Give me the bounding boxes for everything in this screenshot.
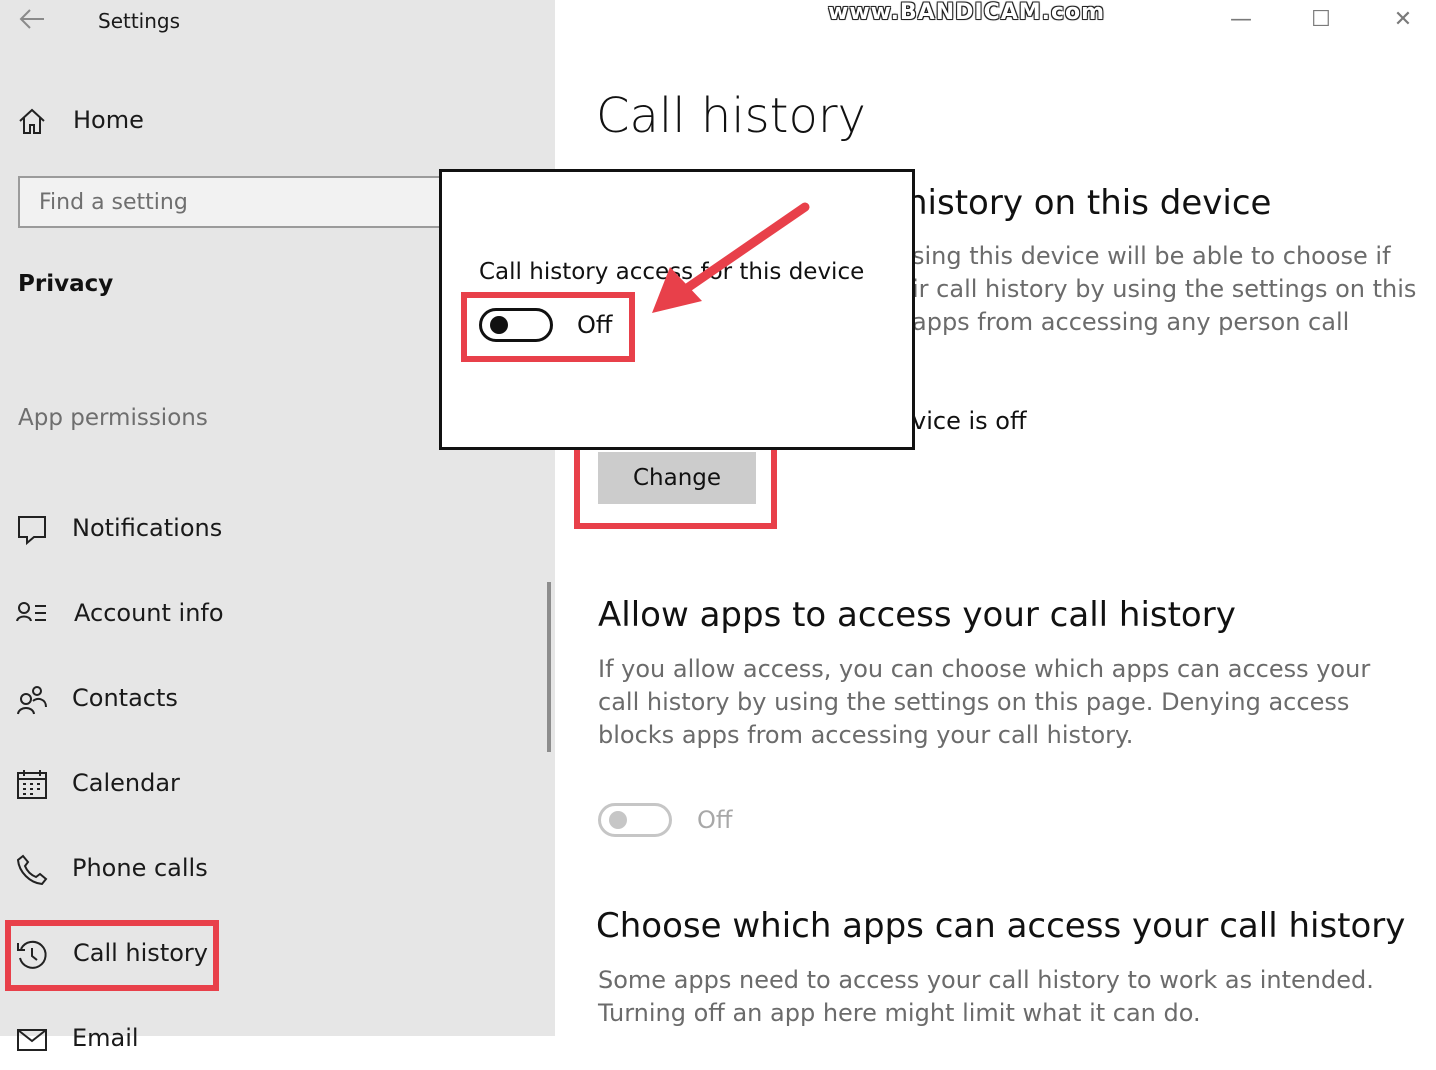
device-section-desc-line-3: apps from accessing any person call (912, 308, 1350, 336)
device-section-desc-line-2: ir call history by using the settings on… (912, 275, 1417, 303)
sidebar-item-contacts[interactable]: Contacts (0, 670, 520, 730)
annotation-arrow (652, 202, 810, 313)
device-section-desc-line-1: sing this device will be able to choose … (912, 242, 1391, 270)
section-heading: Privacy (18, 271, 114, 297)
choose-section-title: Choose which apps can access your call h… (596, 906, 1406, 946)
sidebar-item-account-info[interactable]: Account info (0, 585, 520, 645)
home-icon (16, 106, 50, 138)
allow-section-description: If you allow access, you can choose whic… (598, 655, 1371, 749)
nav-home-label: Home (73, 106, 144, 134)
sidebar-item-label: Phone calls (72, 854, 208, 882)
sidebar-item-phone-calls[interactable]: Phone calls (0, 840, 520, 900)
sidebar-item-label: Calendar (72, 769, 180, 797)
sidebar-item-label: Email (72, 1024, 139, 1052)
back-arrow-icon[interactable] (18, 6, 50, 34)
device-section-title: history on this device (906, 183, 1272, 223)
phone-icon (16, 854, 50, 886)
page-title: Call history (596, 88, 866, 144)
change-button[interactable]: Change (598, 452, 756, 504)
sidebar-item-notifications[interactable]: Notifications (0, 500, 520, 560)
notification-icon (16, 514, 50, 546)
search-input[interactable] (20, 178, 456, 226)
calendar-icon (16, 769, 50, 801)
sidebar-scrollbar[interactable] (547, 582, 551, 752)
allow-apps-toggle[interactable] (598, 803, 672, 837)
sidebar-item-call-history[interactable]: Call history (0, 925, 520, 985)
sidebar-item-label: Notifications (72, 514, 223, 542)
search-box[interactable] (18, 176, 458, 228)
app-title: Settings (98, 9, 181, 33)
permissions-heading: App permissions (18, 405, 208, 431)
allow-apps-toggle-state: Off (697, 806, 733, 834)
choose-section-description: Some apps need to access your call histo… (598, 966, 1374, 1027)
close-button[interactable]: ✕ (1373, 0, 1433, 40)
minimize-button[interactable]: — (1211, 0, 1271, 40)
device-access-toggle-state: Off (577, 311, 613, 339)
sidebar-item-label: Account info (74, 599, 224, 627)
toggle-knob (609, 811, 627, 829)
contacts-icon (16, 684, 50, 716)
device-access-toggle[interactable] (479, 308, 553, 342)
account-info-icon (16, 599, 50, 631)
email-icon (16, 1024, 50, 1056)
allow-section-title: Allow apps to access your call history (598, 595, 1236, 635)
history-icon (16, 939, 50, 971)
nav-home[interactable]: Home (0, 92, 520, 152)
sidebar-item-calendar[interactable]: Calendar (0, 755, 520, 815)
sidebar-item-label: Contacts (72, 684, 178, 712)
maximize-button[interactable]: ☐ (1291, 0, 1351, 40)
device-access-status: vice is off (912, 407, 1027, 435)
sidebar: Settings Home Privacy App permissions No… (0, 0, 555, 1052)
sidebar-item-label: Call history (73, 939, 208, 967)
watermark: www.BANDICAM.com (828, 0, 1106, 25)
sidebar-item-email[interactable]: Email (0, 1010, 520, 1070)
toggle-knob (490, 316, 508, 334)
